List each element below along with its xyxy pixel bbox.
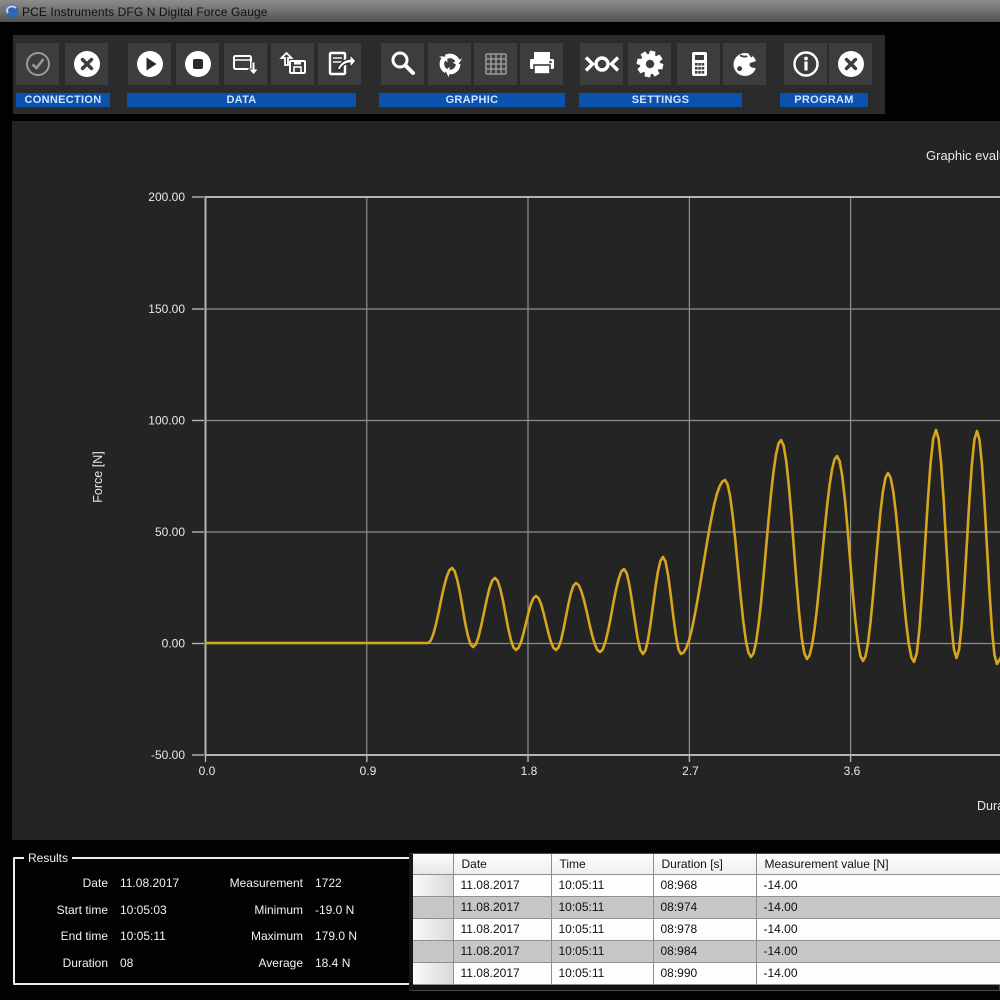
svg-text:0.0: 0.0 (199, 764, 216, 778)
svg-text:50.00: 50.00 (155, 525, 185, 539)
svg-text:Graphic evaluation: Graphic evaluation (926, 148, 1000, 163)
svg-text:0.00: 0.00 (162, 637, 186, 651)
svg-text:150.00: 150.00 (148, 302, 185, 316)
svg-text:Force [N]: Force [N] (91, 451, 105, 502)
svg-text:2.7: 2.7 (682, 764, 699, 778)
svg-text:1.8: 1.8 (521, 764, 538, 778)
svg-text:100.00: 100.00 (148, 414, 185, 428)
svg-text:0.9: 0.9 (360, 764, 377, 778)
svg-text:-50.00: -50.00 (151, 748, 185, 762)
svg-text:200.00: 200.00 (148, 190, 185, 204)
svg-text:3.6: 3.6 (844, 764, 861, 778)
svg-text:Duration [s]: Duration [s] (977, 799, 1000, 813)
